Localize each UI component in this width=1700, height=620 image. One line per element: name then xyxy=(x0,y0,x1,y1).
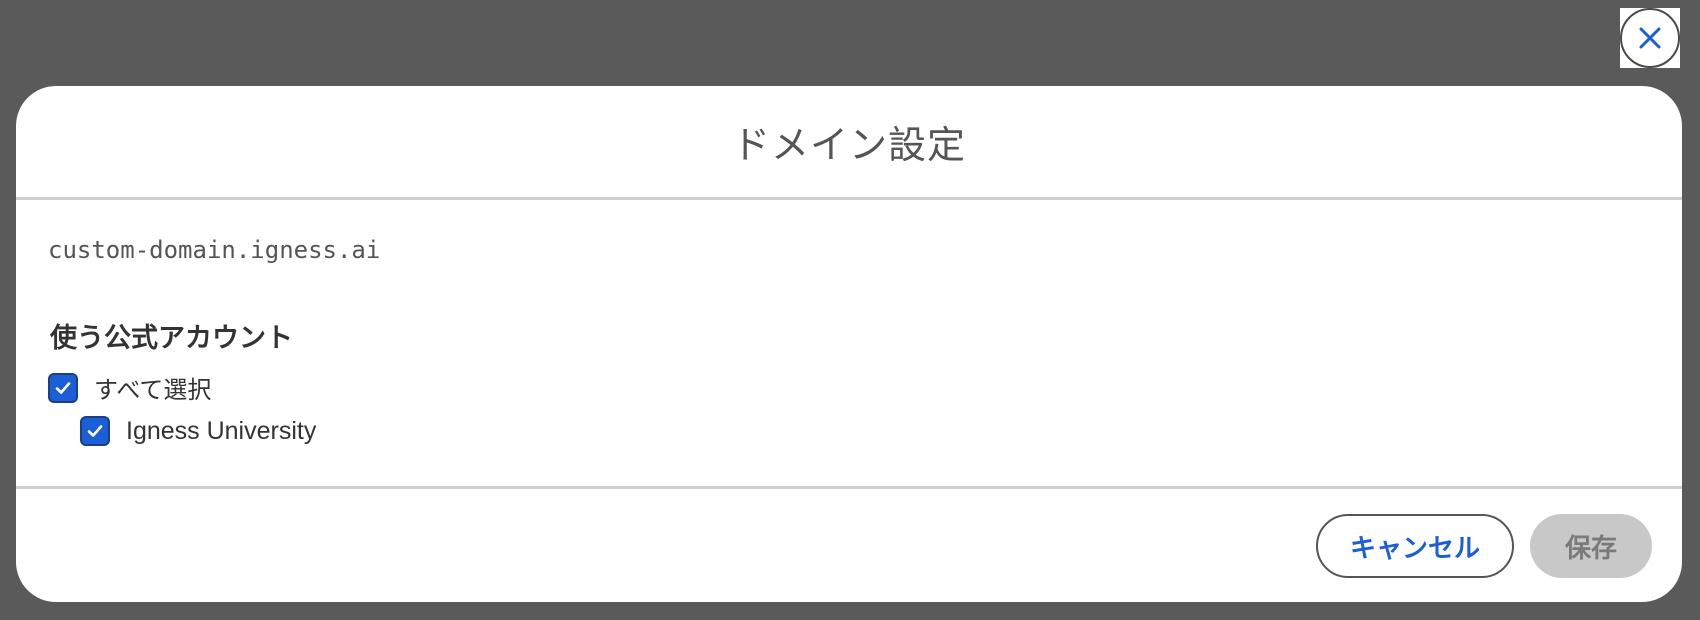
account-option[interactable]: Igness University xyxy=(80,416,316,446)
close-button[interactable] xyxy=(1620,8,1680,68)
domain-name: custom-domain.igness.ai xyxy=(48,236,381,264)
dialog-body: custom-domain.igness.ai 使う公式アカウント すべて選択 … xyxy=(16,200,1682,486)
modal-overlay[interactable]: ドメイン設定 custom-domain.igness.ai 使う公式アカウント… xyxy=(0,0,1700,620)
dialog-title: ドメイン設定 xyxy=(731,123,966,167)
select-all-label: すべて選択 xyxy=(94,376,212,404)
cancel-button[interactable]: キャンセル xyxy=(1316,514,1514,578)
account-checkbox[interactable] xyxy=(80,416,110,446)
account-label: Igness University xyxy=(126,416,317,445)
official-accounts-label: 使う公式アカウント xyxy=(50,323,293,354)
save-button[interactable]: 保存 xyxy=(1530,514,1652,578)
dialog-footer: キャンセル 保存 xyxy=(16,486,1682,602)
close-button-ring xyxy=(1620,8,1680,68)
select-all-option[interactable]: すべて選択 xyxy=(48,370,211,405)
close-icon xyxy=(1639,27,1661,49)
dialog-header: ドメイン設定 xyxy=(16,86,1682,200)
check-icon xyxy=(87,425,103,437)
domain-settings-dialog: ドメイン設定 custom-domain.igness.ai 使う公式アカウント… xyxy=(16,86,1682,602)
check-icon xyxy=(55,381,71,394)
select-all-checkbox[interactable] xyxy=(48,372,78,403)
